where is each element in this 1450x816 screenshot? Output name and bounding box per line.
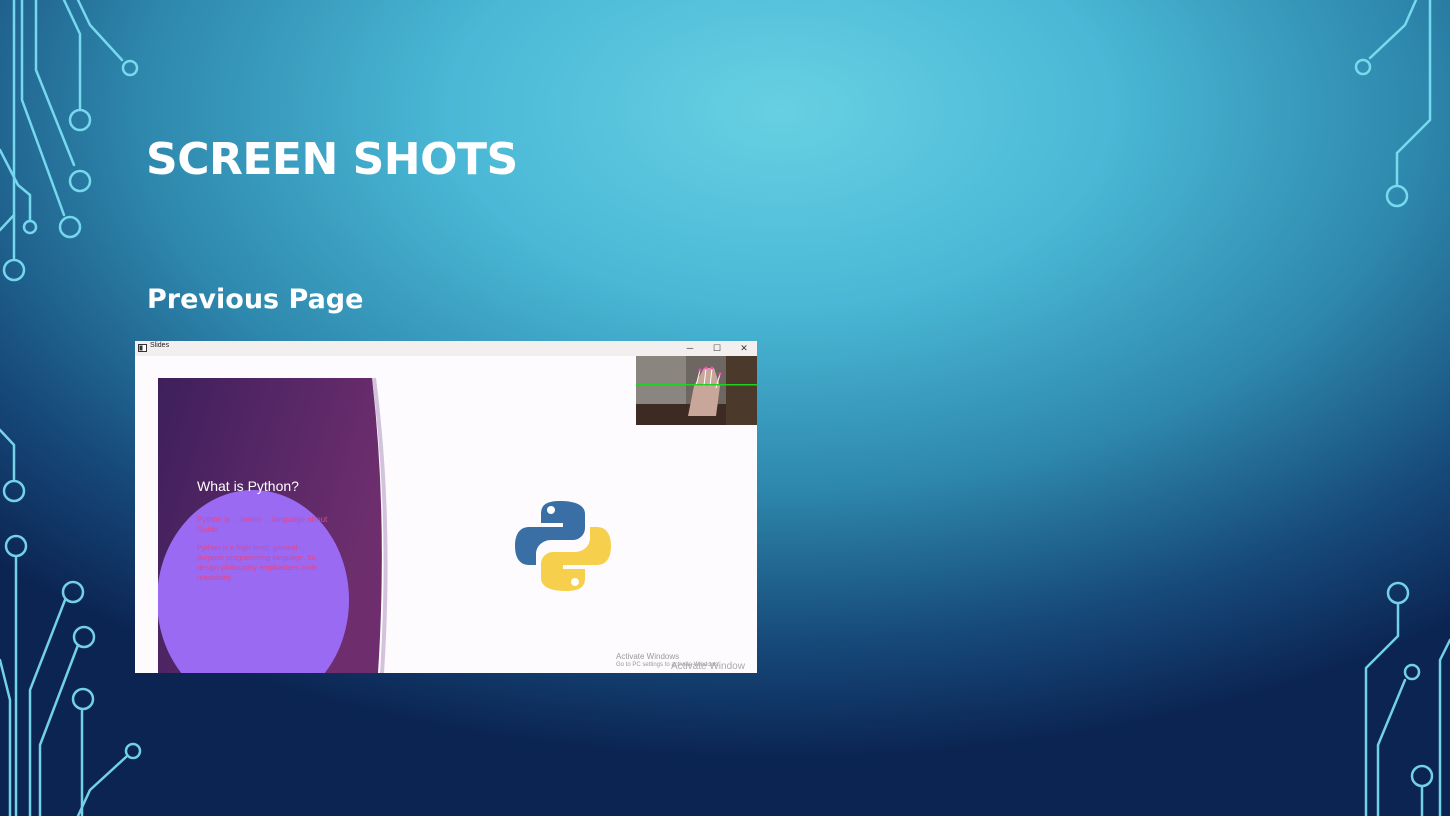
activate-line-1: Activate Windows [616, 652, 680, 661]
inner-slide-text-1: Python is ... lorem ... language about G… [197, 515, 328, 534]
webcam-preview [636, 356, 757, 425]
embedded-window-screenshot: Slides ─ ☐ ✕ What is Python? Python is .… [135, 341, 757, 673]
app-icon [138, 344, 147, 352]
python-logo-icon [515, 501, 611, 591]
maximize-icon[interactable]: ☐ [704, 341, 730, 356]
close-icon[interactable]: ✕ [731, 341, 757, 356]
window-title: Slides [150, 342, 170, 349]
inner-slide-heading: What is Python? [197, 478, 299, 494]
minimize-icon[interactable]: ─ [677, 341, 703, 356]
slide-subtitle: Previous Page [147, 284, 364, 315]
activate-ghost-text: Activate Window [671, 661, 745, 672]
slide-title: SCREEN SHOTS [146, 134, 518, 185]
inner-slide-text-2: Python is a high-level, general-purpose … [197, 543, 318, 582]
window-titlebar: Slides ─ ☐ ✕ [135, 341, 757, 356]
